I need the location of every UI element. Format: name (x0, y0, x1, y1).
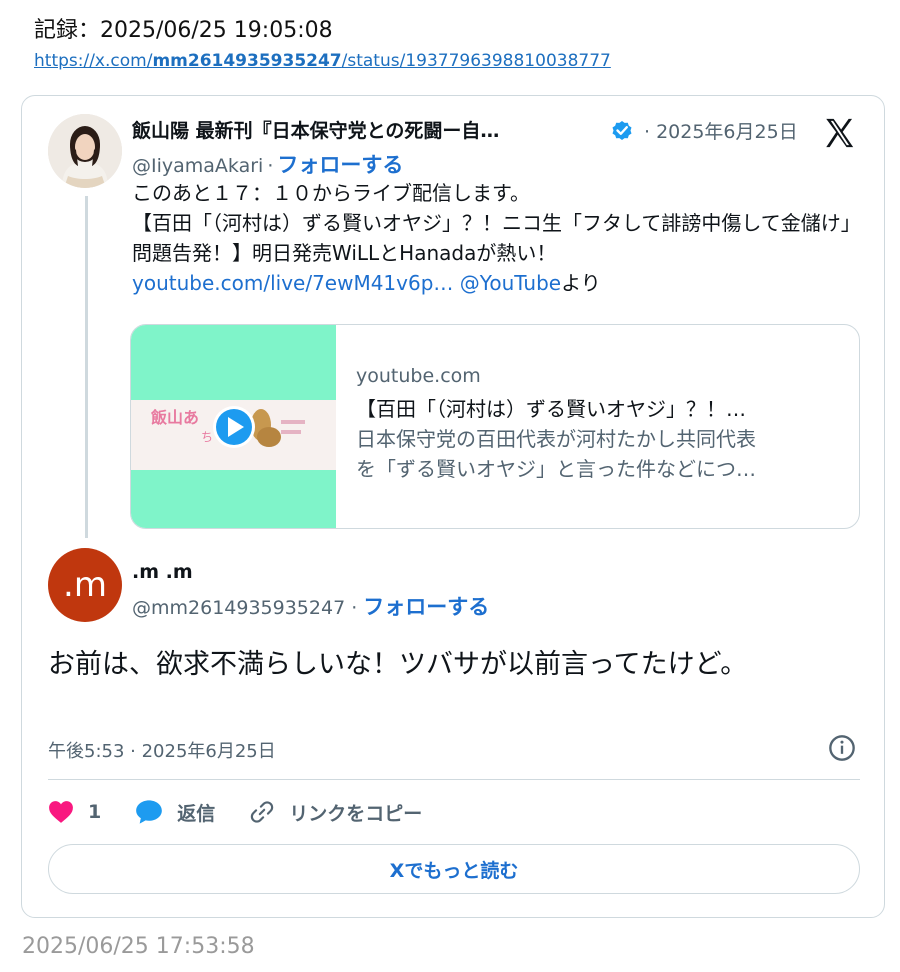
read-more-button[interactable]: Xでもっと読む (48, 844, 860, 894)
reply-avatar[interactable]: .m (48, 548, 122, 622)
url-prefix: https://x.com/ (34, 51, 153, 71)
quoted-date[interactable]: · 2025年6月25日 (644, 117, 798, 144)
card-desc-line2: を「ずる賢いオヤジ」と言った件などにつ… (356, 457, 756, 481)
youtube-link[interactable]: youtube.com/live/7ewM41v6p… (132, 271, 453, 295)
quoted-follow-button[interactable]: フォローする (277, 153, 403, 177)
quoted-author-name[interactable]: 飯山陽 最新刊『日本保守党との死闘ー自… (132, 116, 592, 143)
url-user: mm2614935935247 (152, 51, 342, 71)
thumb-title-text: 飯山あ (150, 408, 199, 427)
reply-label: 返信 (177, 802, 216, 825)
copy-link-label: リンクをコピー (289, 802, 423, 825)
youtube-link-card[interactable]: 飯山あ ち youtube.com 【百田「（河村は）ずる賢いオヤジ」？！… 日… (130, 324, 860, 529)
capture-time: 2025/06/25 17:53:58 (22, 934, 255, 959)
quoted-avatar[interactable] (48, 114, 122, 188)
record-timestamp: 記録：2025/06/25 19:05:08 (34, 18, 333, 43)
separator-dot: · (345, 597, 364, 619)
reply-author-name[interactable]: .m .m (132, 561, 193, 583)
quoted-link-row: youtube.com/live/7ewM41v6p… @YouTubeより (132, 268, 852, 298)
copy-link-button[interactable]: リンクをコピー (249, 799, 422, 826)
action-bar: 1 返信 リンクをコピー (48, 796, 456, 828)
quoted-handle[interactable]: @IiyamaAkari (132, 155, 263, 177)
youtube-card-text: youtube.com 【百田「（河村は）ずる賢いオヤジ」？！… 日本保守党の百… (356, 365, 836, 484)
reply-follow-button[interactable]: フォローする (363, 595, 489, 619)
quoted-tweet-text: このあと１７：１０からライブ配信します。 【百田「（河村は）ずる賢いオヤジ」？！… (132, 178, 852, 298)
like-button[interactable]: 1 (48, 800, 101, 824)
card-desc-line1: 日本保守党の百田代表が河村たかし共同代表 (356, 427, 756, 451)
record-url-link[interactable]: https://x.com/mm2614935935247/status/193… (34, 51, 611, 71)
youtube-mention[interactable]: @YouTube (460, 271, 561, 295)
thread-line (85, 196, 88, 538)
card-description: 日本保守党の百田代表が河村たかし共同代表 を「ずる賢いオヤジ」と言った件などにつ… (356, 424, 836, 484)
quoted-handle-row: @IiyamaAkari · フォローする (132, 149, 403, 179)
yori-text: より (561, 271, 601, 295)
youtube-thumbnail: 飯山あ ち (131, 325, 336, 528)
thumb-sub-text: ち (201, 430, 213, 444)
x-logo-icon[interactable] (822, 116, 856, 150)
reply-timestamp[interactable]: 午後5:53 · 2025年6月25日 (48, 737, 276, 763)
divider (48, 779, 860, 780)
reply-handle[interactable]: @mm2614935935247 (132, 597, 345, 619)
card-title: 【百田「（河村は）ずる賢いオヤジ」？！… (356, 397, 746, 421)
link-icon (251, 801, 274, 823)
quoted-text-line1: このあと１７：１０からライブ配信します。 (132, 181, 530, 205)
quoted-text-line2: 【百田「（河村は）ずる賢いオヤジ」？！ニコ生「フタして誹謗中傷して金儲け」問題告… (132, 211, 851, 265)
reply-handle-row: @mm2614935935247 · フォローする (132, 591, 489, 621)
reply-button[interactable]: 返信 (135, 799, 215, 826)
verified-badge-icon (612, 121, 632, 140)
heart-icon (49, 801, 73, 823)
info-icon[interactable] (828, 734, 856, 762)
separator-dot: · (267, 155, 274, 177)
comment-icon (136, 800, 163, 824)
reply-tweet-text: お前は、欲求不満らしいな！ツバサが以前言ってたけど。 (48, 649, 748, 680)
url-suffix: /status/1937796398810038777 (341, 51, 611, 71)
thumbnail-art: 飯山あ ち (150, 406, 305, 448)
like-count: 1 (88, 801, 102, 823)
portrait-image (48, 114, 122, 188)
card-domain: youtube.com (356, 365, 481, 387)
tweet-embed-card: 飯山陽 最新刊『日本保守党との死闘ー自… · 2025年6月25日 @Iiyam… (21, 95, 885, 918)
